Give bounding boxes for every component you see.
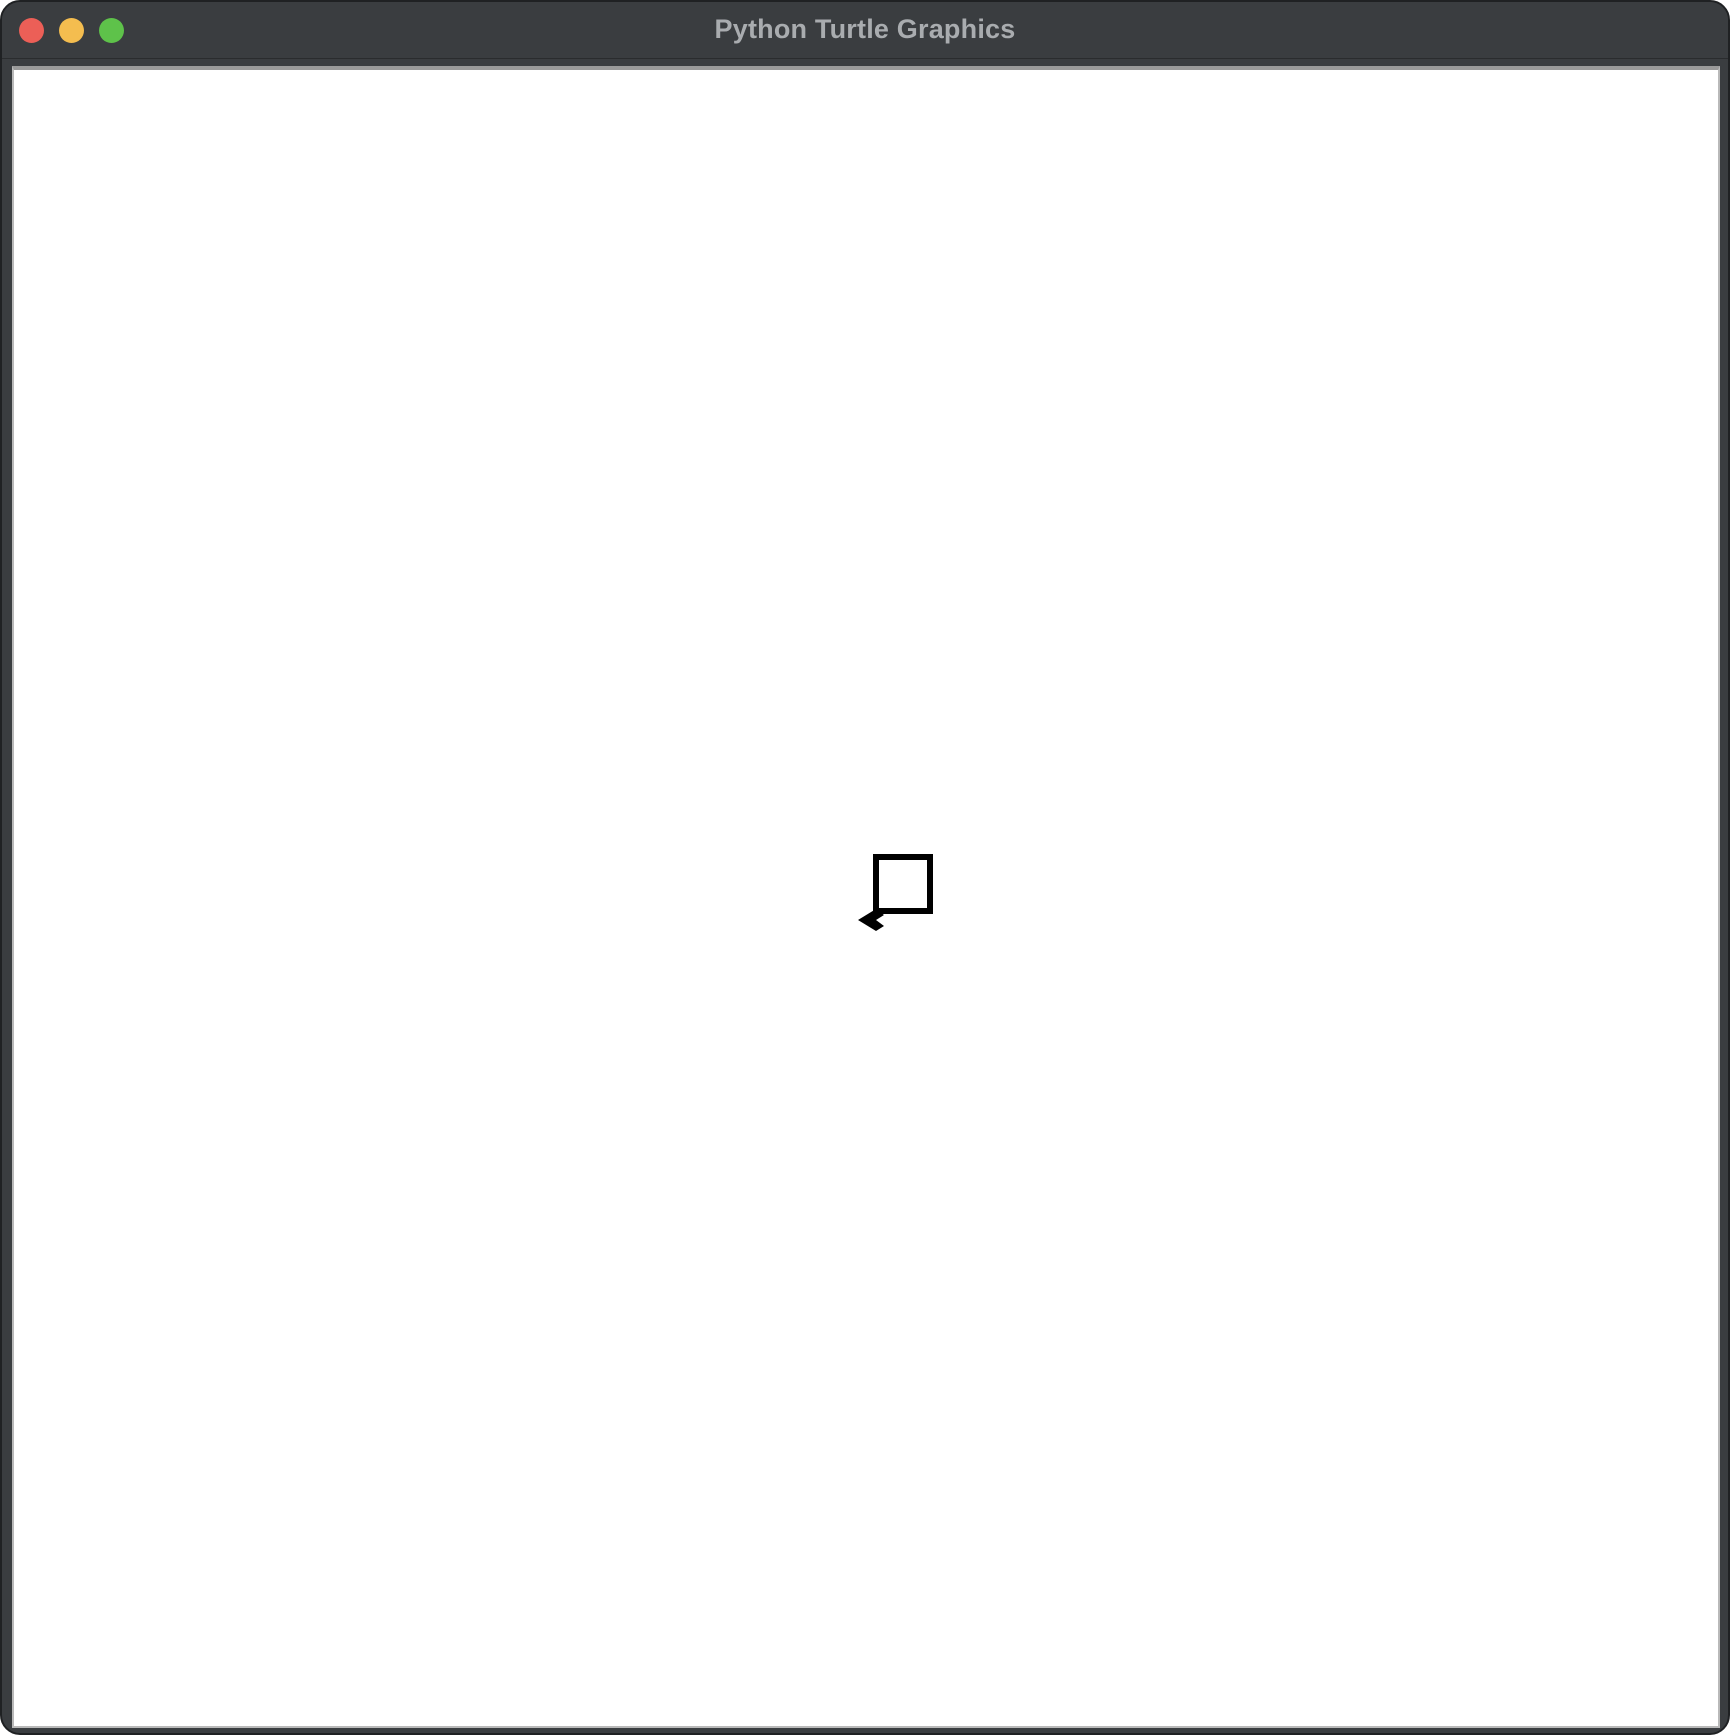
- title-bar[interactable]: Python Turtle Graphics: [2, 2, 1728, 59]
- turtle-canvas[interactable]: [14, 70, 1718, 1726]
- canvas-frame: [12, 66, 1720, 1728]
- turtle-window: Python Turtle Graphics: [0, 0, 1730, 1735]
- drawing-surface: [858, 854, 933, 931]
- window-title: Python Turtle Graphics: [714, 14, 1016, 44]
- drawn-square: [873, 854, 933, 914]
- turtle-cursor-icon: [858, 909, 884, 931]
